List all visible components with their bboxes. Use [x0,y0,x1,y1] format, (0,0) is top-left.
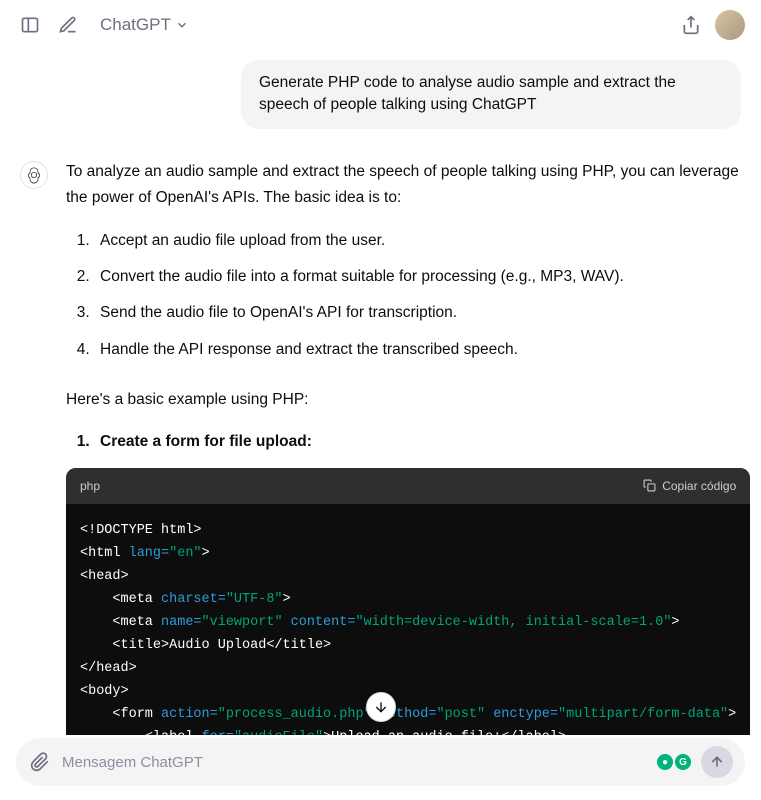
steps-list: Accept an audio file upload from the use… [66,228,750,363]
input-bar: ● G [16,738,745,786]
assistant-intro: To analyze an audio sample and extract t… [66,159,750,212]
grammarly-icon: G [675,754,691,770]
scroll-down-button[interactable] [366,692,396,722]
message-input[interactable] [62,748,647,777]
model-name: ChatGPT [100,15,171,35]
attach-icon[interactable] [28,750,52,774]
assistant-avatar-icon [20,161,48,189]
list-item: Handle the API response and extract the … [94,337,750,363]
chevron-down-icon [175,18,189,32]
new-chat-icon[interactable] [54,11,82,39]
badge-icon: ● [657,754,673,770]
list-item: Accept an audio file upload from the use… [94,228,750,254]
list-item: Create a form for file upload: [94,429,750,455]
list-item: Convert the audio file into a format sui… [94,264,750,290]
avatar[interactable] [715,10,745,40]
model-selector[interactable]: ChatGPT [92,11,197,39]
copy-label: Copiar código [662,476,736,496]
code-body: <!DOCTYPE html> <html lang="en"> <head> … [66,504,750,735]
top-bar: ChatGPT [0,0,761,50]
code-header: php Copiar código [66,468,750,504]
share-icon[interactable] [677,11,705,39]
arrow-down-icon [373,699,389,715]
user-message: Generate PHP code to analyse audio sampl… [241,60,741,129]
sub-steps-list: Create a form for file upload: [66,429,750,455]
example-lead: Here's a basic example using PHP: [66,387,750,413]
assistant-message: To analyze an audio sample and extract t… [20,159,741,735]
sidebar-toggle-icon[interactable] [16,11,44,39]
copy-icon [643,479,656,492]
extension-badges: ● G [657,754,691,770]
copy-code-button[interactable]: Copiar código [643,476,736,496]
code-lang-label: php [80,476,100,496]
send-button[interactable] [701,746,733,778]
list-item: Send the audio file to OpenAI's API for … [94,300,750,326]
assistant-content: To analyze an audio sample and extract t… [66,159,750,735]
code-block: php Copiar código <!DOCTYPE html> <html … [66,468,750,735]
chat-container: Generate PHP code to analyse audio sampl… [0,50,761,735]
arrow-up-icon [709,754,725,770]
